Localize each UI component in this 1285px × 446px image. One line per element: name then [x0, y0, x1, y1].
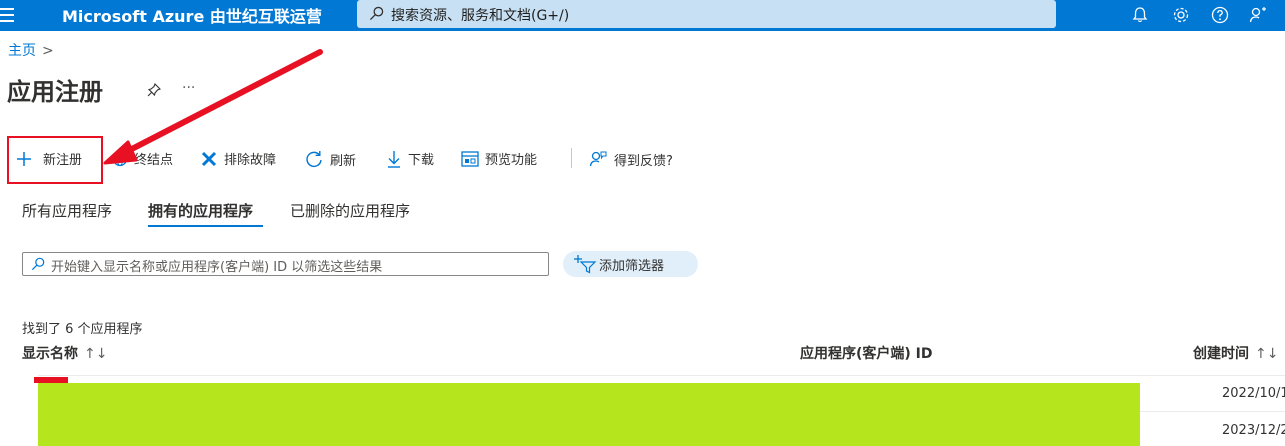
bell-icon[interactable] — [1130, 5, 1150, 25]
filter-input[interactable]: 开始键入显示名称或应用程序(客户端) ID 以筛选这些结果 — [22, 252, 549, 276]
top-bar: Microsoft Azure 由世纪互联运营 搜索资源、服务和文档(G+/) — [0, 0, 1285, 31]
search-icon — [31, 257, 45, 271]
row-created-date: 2022/10/13 — [1222, 386, 1285, 401]
portal-brand[interactable]: Microsoft Azure 由世纪互联运营 — [62, 3, 322, 27]
command-separator — [571, 148, 572, 168]
row-created-date: 2023/12/20 — [1222, 423, 1285, 438]
active-tab-indicator — [148, 225, 263, 227]
feedback-person-icon — [589, 151, 607, 167]
troubleshoot-button[interactable]: 排除故障 — [200, 149, 276, 168]
row-divider — [38, 375, 1285, 376]
breadcrumb: 主页 > — [8, 40, 54, 60]
tools-icon — [201, 151, 217, 166]
endpoints-label: 终结点 — [134, 153, 174, 168]
more-options-button[interactable]: ··· — [182, 80, 195, 96]
preview-features-button[interactable]: 预览功能 — [461, 149, 537, 168]
troubleshoot-label: 排除故障 — [224, 153, 277, 168]
tab-all-applications[interactable]: 所有应用程序 — [22, 200, 112, 221]
help-icon[interactable] — [1210, 5, 1230, 25]
get-feedback-label: 得到反馈? — [614, 153, 673, 169]
column-header-display-name-label: 显示名称 — [22, 346, 78, 362]
endpoints-button[interactable]: 终结点 — [112, 149, 173, 168]
breadcrumb-separator: > — [42, 43, 54, 59]
filter-placeholder: 开始键入显示名称或应用程序(客户端) ID 以筛选这些结果 — [51, 260, 383, 275]
get-feedback-button[interactable]: 得到反馈? — [588, 149, 673, 169]
add-filter-icon — [574, 255, 597, 274]
column-header-created-label: 创建时间 — [1193, 346, 1249, 362]
add-filter-label: 添加筛选器 — [599, 259, 665, 274]
highlight-box — [7, 136, 103, 184]
search-icon — [369, 6, 384, 21]
tab-owned-applications[interactable]: 拥有的应用程序 — [148, 200, 253, 221]
column-header-created[interactable]: 创建时间 ↑↓ — [1193, 343, 1278, 363]
preview-features-label: 预览功能 — [485, 153, 538, 168]
redaction-block — [38, 383, 1140, 446]
download-label: 下载 — [408, 153, 435, 168]
global-search-box[interactable]: 搜索资源、服务和文档(G+/) — [357, 0, 1056, 28]
results-count: 找到了 6 个应用程序 — [22, 322, 143, 337]
menu-icon[interactable] — [0, 4, 20, 26]
page-title: 应用注册 — [7, 78, 103, 106]
column-header-client-id: 应用程序(客户端) ID — [800, 343, 933, 363]
refresh-label: 刷新 — [330, 153, 357, 169]
globe-icon — [112, 151, 128, 166]
gear-icon[interactable] — [1171, 5, 1191, 25]
sort-icon: ↑↓ — [84, 346, 108, 362]
column-header-client-id-label: 应用程序(客户端) ID — [800, 346, 933, 362]
feedback-icon[interactable] — [1248, 5, 1268, 25]
add-filter-button[interactable]: 添加筛选器 — [563, 251, 698, 277]
breadcrumb-home-link[interactable]: 主页 — [8, 43, 36, 59]
column-header-display-name[interactable]: 显示名称 ↑↓ — [22, 343, 107, 363]
download-button[interactable]: 下载 — [386, 149, 434, 168]
annotation-arrow — [103, 49, 323, 165]
refresh-icon — [306, 151, 322, 168]
preview-features-icon — [461, 150, 479, 167]
refresh-button[interactable]: 刷新 — [304, 149, 356, 169]
sort-icon: ↑↓ — [1255, 346, 1279, 362]
pin-icon[interactable] — [146, 82, 162, 98]
download-icon — [388, 150, 400, 168]
global-search-placeholder: 搜索资源、服务和文档(G+/) — [391, 8, 570, 24]
tab-deleted-applications[interactable]: 已删除的应用程序 — [290, 200, 410, 221]
